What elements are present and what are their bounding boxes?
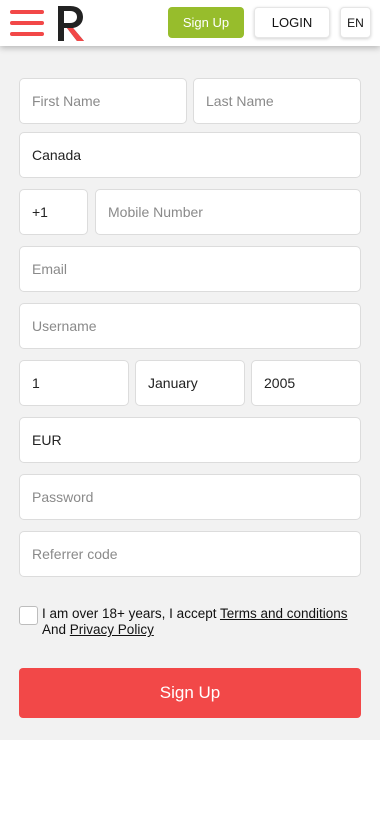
email-input[interactable]	[19, 246, 361, 292]
phone-code-select[interactable]	[19, 189, 88, 235]
hamburger-menu-icon[interactable]	[10, 9, 44, 37]
brand-logo-icon[interactable]	[56, 4, 86, 42]
privacy-policy-link[interactable]: Privacy Policy	[70, 622, 154, 637]
referrer-code-input[interactable]	[19, 531, 361, 577]
mobile-number-input[interactable]	[95, 189, 361, 235]
country-select[interactable]	[19, 132, 361, 178]
username-input[interactable]	[19, 303, 361, 349]
terms-prefix-text: I am over 18+ years, I accept	[42, 606, 217, 621]
menu-bar-top	[10, 10, 44, 14]
password-input[interactable]	[19, 474, 361, 520]
terms-and-conditions-link[interactable]: Terms and conditions	[220, 606, 348, 621]
terms-and-text: And	[42, 622, 67, 637]
dob-month-select[interactable]	[135, 360, 245, 406]
terms-text: I am over 18+ years, I accept Terms and …	[42, 606, 362, 638]
header-signup-button[interactable]: Sign Up	[168, 7, 244, 38]
login-button[interactable]: LOGIN	[254, 7, 330, 38]
top-navigation-bar: Sign Up LOGIN EN	[0, 0, 380, 46]
dob-year-select[interactable]	[251, 360, 361, 406]
signup-submit-button[interactable]: Sign Up	[19, 668, 361, 718]
currency-select[interactable]	[19, 417, 361, 463]
menu-bar-middle	[10, 21, 44, 25]
last-name-input[interactable]	[193, 78, 361, 124]
language-selector[interactable]: EN	[340, 7, 371, 38]
age-terms-checkbox[interactable]	[19, 606, 38, 625]
menu-bar-bottom	[10, 32, 44, 36]
dob-day-select[interactable]	[19, 360, 129, 406]
first-name-input[interactable]	[19, 78, 187, 124]
